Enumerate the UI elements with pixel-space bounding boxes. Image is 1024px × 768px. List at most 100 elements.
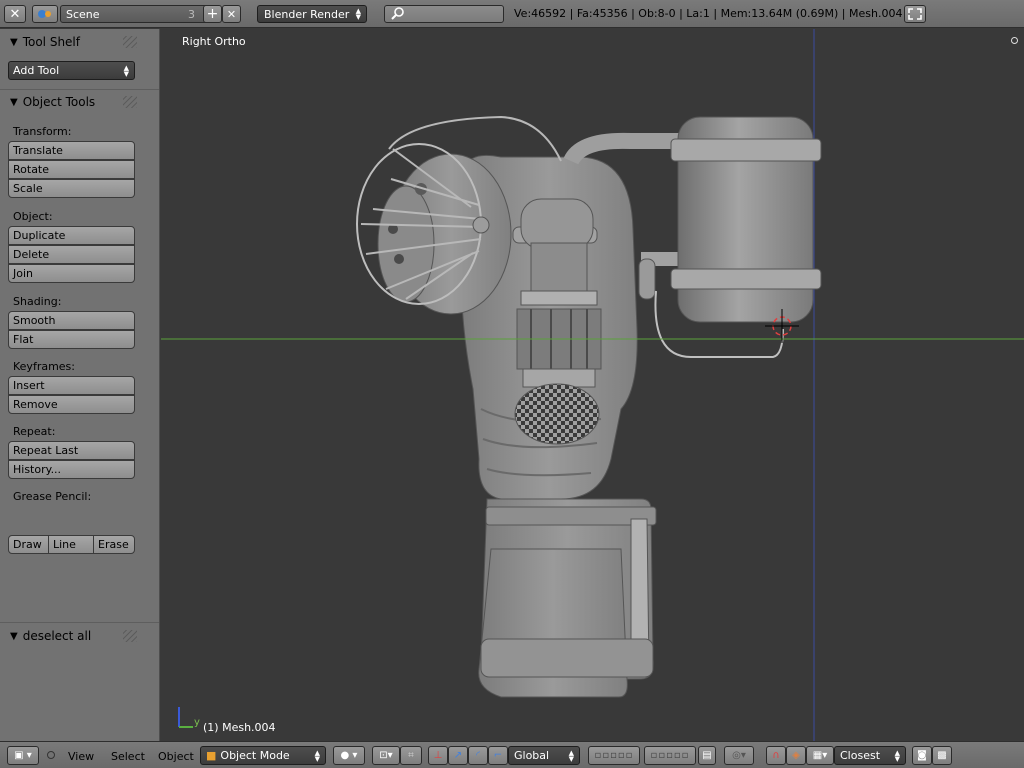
object-tools-header[interactable]: ▼ Object Tools	[0, 90, 159, 114]
proportional-edit-icon: ◎▾	[732, 750, 746, 761]
manipulator-icon: ⊥	[433, 750, 443, 761]
scene-browse-button[interactable]	[32, 5, 58, 23]
delete-scene-button[interactable]: ✕	[222, 5, 241, 23]
render-engine-dropdown[interactable]: Blender Render ▲ ▼	[257, 5, 367, 23]
keyframes-label: Keyframes:	[13, 360, 75, 373]
add-tool-label: Add Tool	[13, 64, 60, 77]
panel-divider	[0, 622, 159, 623]
snap-target-dropdown[interactable]: Closest ▲ ▼	[834, 746, 906, 765]
close-icon: ✕	[226, 7, 237, 21]
close-area-button[interactable]: ✕	[4, 5, 26, 23]
manipulate-center-toggle[interactable]: ⌗	[400, 746, 422, 765]
layer-grid-icon: ▫▫▫▫▫	[594, 750, 634, 761]
interaction-mode-dropdown[interactable]: ■ Object Mode ▲ ▼	[200, 746, 326, 765]
render-animation-button[interactable]: ▩	[932, 746, 952, 765]
viewport-canvas[interactable]: y	[161, 29, 1024, 741]
lock-layers-icon: ▤	[702, 750, 712, 761]
translate-button[interactable]: Translate	[8, 141, 135, 160]
panel-grip-icon[interactable]	[123, 630, 137, 642]
transform-orientation-label: Global	[514, 749, 550, 762]
panel-grip-icon[interactable]	[123, 36, 137, 48]
snap-element-icon: ◈	[792, 750, 800, 761]
close-icon: ✕	[9, 6, 21, 22]
view-menu[interactable]: View	[68, 750, 94, 763]
proportional-editing-dropdown[interactable]: ◎▾	[724, 746, 754, 765]
fullscreen-icon	[908, 8, 922, 20]
axis-y-label: y	[194, 717, 200, 728]
render-engine-label: Blender Render	[264, 7, 350, 21]
scene-statistics: Ve:46592 | Fa:45356 | Ob:8-0 | La:1 | Me…	[514, 7, 903, 20]
axis-gizmo-icon	[178, 707, 193, 728]
grease-draw-button[interactable]: Draw	[8, 535, 49, 554]
shading-label: Shading:	[13, 295, 62, 308]
rotate-button[interactable]: Rotate	[8, 160, 135, 179]
add-tool-dropdown[interactable]: Add Tool ▲ ▼	[8, 61, 135, 80]
magnet-icon: ∩	[772, 750, 780, 761]
select-menu[interactable]: Select	[111, 750, 145, 763]
center-points-icon: ⌗	[408, 750, 414, 761]
join-button[interactable]: Join	[8, 264, 135, 283]
viewport-shading-dropdown[interactable]: ● ▾	[333, 746, 365, 765]
view-name-label: Right Ortho	[182, 35, 246, 48]
3d-viewport[interactable]: y Right Ortho (1) Mesh.004	[161, 29, 1024, 741]
fullscreen-toggle-button[interactable]	[904, 5, 926, 23]
pivot-point-dropdown[interactable]: ⊡▾	[372, 746, 400, 765]
grease-line-button[interactable]: Line	[48, 535, 94, 554]
manipulator-toggle[interactable]: ⊥	[428, 746, 448, 765]
search-input[interactable]	[410, 8, 500, 20]
search-field[interactable]	[384, 5, 504, 23]
rotate-manipulator-button[interactable]: ◜	[468, 746, 488, 765]
mesh-object[interactable]	[356, 115, 822, 698]
info-header: ✕ Scene 3 + ✕ Blender Render ▲ ▼ Ve:46592…	[0, 0, 1024, 28]
translate-manipulator-button[interactable]: ↗	[448, 746, 468, 765]
panel-grip-icon[interactable]	[123, 96, 137, 108]
snap-options-icon: ▦▾	[812, 750, 828, 761]
layer-grid-icon: ▫▫▫▫▫	[650, 750, 690, 761]
snap-element-dropdown[interactable]: ◈	[786, 746, 806, 765]
layer-lock-toggle[interactable]: ▤	[698, 746, 716, 765]
duplicate-button[interactable]: Duplicate	[8, 226, 135, 245]
camera-icon: ◙	[917, 750, 927, 761]
editor-type-button[interactable]: ▣ ▾	[7, 746, 39, 765]
tool-shelf-title: Tool Shelf	[22, 35, 80, 49]
repeat-label: Repeat:	[13, 425, 56, 438]
snap-toggle[interactable]: ∩	[766, 746, 786, 765]
last-operator-header[interactable]: ▼ deselect all	[0, 624, 159, 648]
grease-erase-button[interactable]: Erase	[93, 535, 135, 554]
clapper-icon: ▩	[937, 750, 947, 761]
object-mode-icon: ■	[206, 749, 217, 762]
collapse-menus-icon[interactable]	[47, 751, 55, 759]
object-label: Object:	[13, 210, 53, 223]
layer-buttons-group-2[interactable]: ▫▫▫▫▫	[644, 746, 696, 765]
snap-options-button[interactable]: ▦▾	[806, 746, 834, 765]
scene-name-text: Scene	[66, 7, 100, 21]
flat-button[interactable]: Flat	[8, 330, 135, 349]
transform-label: Transform:	[13, 125, 72, 138]
layer-buttons-group-1[interactable]: ▫▫▫▫▫	[588, 746, 640, 765]
scene-name-field[interactable]: Scene 3	[60, 5, 208, 23]
add-scene-button[interactable]: +	[203, 5, 222, 23]
repeat-last-button[interactable]: Repeat Last	[8, 441, 135, 460]
scene-icon	[38, 10, 51, 18]
scale-button[interactable]: Scale	[8, 179, 135, 198]
updown-arrows-icon: ▲ ▼	[314, 749, 320, 763]
scene-users-count: 3	[188, 7, 195, 21]
updown-arrows-icon: ▲ ▼	[894, 749, 900, 763]
tool-shelf-header[interactable]: ▼ Tool Shelf	[0, 30, 159, 54]
insert-keyframe-button[interactable]: Insert	[8, 376, 135, 395]
collapse-triangle-icon: ▼	[10, 96, 18, 108]
region-corner-icon[interactable]	[1011, 37, 1018, 44]
arrow-icon: ↗	[453, 750, 463, 761]
delete-button[interactable]: Delete	[8, 245, 135, 264]
transform-orientation-dropdown[interactable]: Global ▲ ▼	[508, 746, 580, 765]
scale-icon: ⌐	[493, 750, 503, 761]
scale-manipulator-button[interactable]: ⌐	[488, 746, 508, 765]
remove-keyframe-button[interactable]: Remove	[8, 395, 135, 414]
snap-target-label: Closest	[840, 749, 881, 762]
grease-pencil-label: Grease Pencil:	[13, 490, 92, 503]
history-button[interactable]: History...	[8, 460, 135, 479]
updown-arrows-icon: ▲ ▼	[568, 749, 574, 763]
object-menu[interactable]: Object	[158, 750, 194, 763]
render-still-button[interactable]: ◙	[912, 746, 932, 765]
smooth-button[interactable]: Smooth	[8, 311, 135, 330]
